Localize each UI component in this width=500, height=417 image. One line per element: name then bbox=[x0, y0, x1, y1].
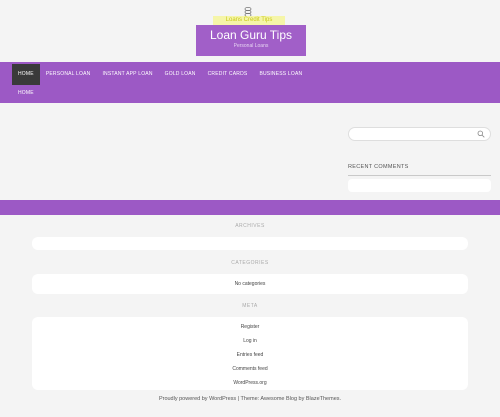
nav-item-home-secondary[interactable]: Home bbox=[12, 84, 40, 102]
recent-comments-title: Recent Comments bbox=[348, 164, 409, 170]
logo-tagline: Loans Credit Tips bbox=[213, 16, 285, 25]
site-header: Loans Credit Tips Loan Guru Tips Persona… bbox=[0, 0, 500, 62]
accent-band bbox=[0, 200, 500, 215]
archives-title: Archives bbox=[235, 223, 265, 229]
meta-title: Meta bbox=[242, 303, 258, 309]
widget-divider bbox=[348, 175, 491, 176]
main-navigation: Home Personal Loan Instant App Loan Gold… bbox=[0, 62, 500, 103]
site-footer-credits: Proudly powered by WordPress | Theme: Aw… bbox=[158, 396, 342, 402]
search-input[interactable] bbox=[348, 127, 491, 141]
nav-item-credit-cards[interactable]: Credit Cards bbox=[202, 64, 254, 85]
nav-item-gold-loan[interactable]: Gold Loan bbox=[159, 64, 202, 85]
site-logo[interactable]: Loan Guru Tips Personal Loans bbox=[196, 25, 306, 56]
meta-link-login[interactable]: Log in bbox=[32, 338, 468, 344]
meta-link-wordpress-org[interactable]: WordPress.org bbox=[32, 380, 468, 386]
nav-row-secondary: Home bbox=[12, 84, 40, 102]
archives-panel bbox=[32, 237, 468, 250]
nav-item-home[interactable]: Home bbox=[12, 64, 40, 85]
site-description: Personal Loans bbox=[233, 43, 269, 49]
recent-comments-panel bbox=[348, 179, 491, 192]
nav-item-instant-app-loan[interactable]: Instant App Loan bbox=[96, 64, 158, 85]
nav-row-primary: Home Personal Loan Instant App Loan Gold… bbox=[12, 64, 308, 85]
nav-item-personal-loan[interactable]: Personal Loan bbox=[40, 64, 97, 85]
categories-panel: No categories bbox=[32, 274, 468, 294]
categories-title: Categories bbox=[231, 260, 269, 266]
site-title[interactable]: Loan Guru Tips bbox=[196, 25, 306, 42]
nav-item-business-loan[interactable]: Business Loan bbox=[253, 64, 308, 85]
meta-link-register[interactable]: Register bbox=[32, 324, 468, 330]
meta-panel: Register Log in Entries feed Comments fe… bbox=[32, 317, 468, 390]
meta-link-comments-feed[interactable]: Comments feed bbox=[32, 366, 468, 372]
categories-empty-text: No categories bbox=[234, 281, 266, 287]
search-icon[interactable] bbox=[477, 130, 485, 138]
meta-link-entries-feed[interactable]: Entries feed bbox=[32, 352, 468, 358]
